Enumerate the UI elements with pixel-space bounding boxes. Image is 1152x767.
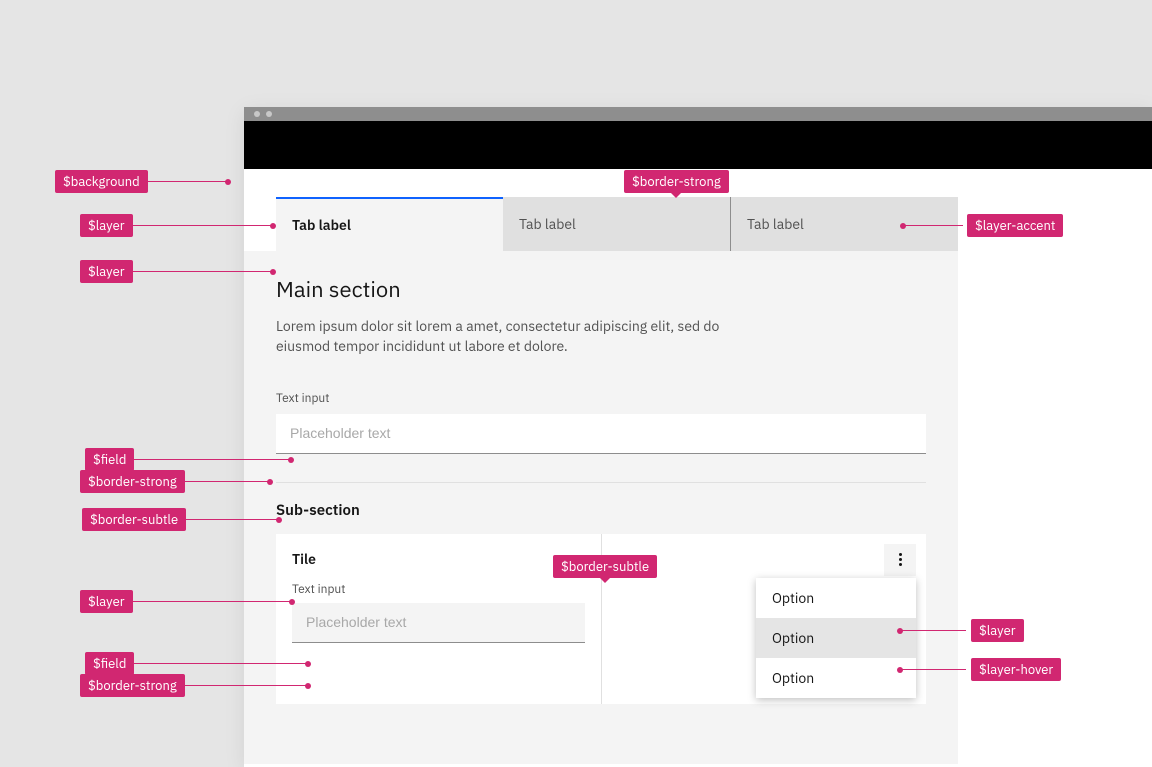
token-border-subtle-mid: $border-subtle bbox=[553, 555, 657, 578]
tab-label: Tab label bbox=[747, 215, 804, 233]
leader bbox=[900, 630, 966, 631]
token-border-strong-top: $border-strong bbox=[624, 170, 729, 193]
overflow-menu: Option Option Option bbox=[756, 578, 916, 698]
main-body: Lorem ipsum dolor sit lorem a amet, cons… bbox=[276, 316, 756, 357]
window-dot bbox=[254, 111, 260, 117]
leader bbox=[900, 669, 966, 670]
leader bbox=[184, 519, 279, 520]
kebab-icon bbox=[899, 553, 902, 566]
token-border-strong: $border-strong bbox=[80, 470, 185, 493]
leader bbox=[126, 663, 308, 664]
token-layer-accent: $layer-accent bbox=[967, 214, 1063, 237]
main-text-input[interactable] bbox=[276, 414, 926, 454]
tab-label: Tab label bbox=[519, 215, 576, 233]
divider bbox=[276, 482, 926, 483]
tile-text-input[interactable] bbox=[292, 603, 585, 643]
input-label: Text input bbox=[276, 391, 926, 406]
menu-item-3[interactable]: Option bbox=[756, 658, 916, 698]
sub-section-title: Sub-section bbox=[276, 501, 926, 520]
menu-item-2[interactable]: Option bbox=[756, 618, 916, 658]
tile-input-label: Text input bbox=[292, 582, 585, 597]
menu-item-1[interactable]: Option bbox=[756, 578, 916, 618]
leader bbox=[127, 271, 273, 272]
leader bbox=[903, 225, 963, 226]
overflow-menu-button[interactable] bbox=[884, 544, 916, 576]
window-titlebar bbox=[244, 107, 1152, 121]
token-layer-2: $layer bbox=[80, 260, 133, 283]
token-border-strong-2: $border-strong bbox=[80, 674, 185, 697]
app-header bbox=[244, 121, 1152, 169]
leader bbox=[185, 685, 308, 686]
token-field: $field bbox=[85, 448, 134, 471]
main-title: Main section bbox=[276, 275, 926, 304]
tile-left: Tile Text input bbox=[276, 534, 601, 704]
tab-3[interactable]: Tab label bbox=[731, 197, 958, 251]
leader bbox=[127, 601, 292, 602]
tile-title: Tile bbox=[292, 550, 585, 568]
token-field-2: $field bbox=[85, 652, 134, 675]
leader bbox=[126, 459, 291, 460]
token-layer: $layer bbox=[80, 214, 133, 237]
token-layer-hover: $layer-hover bbox=[971, 658, 1061, 681]
token-border-subtle: $border-subtle bbox=[82, 508, 186, 531]
token-background: $background bbox=[55, 170, 148, 193]
tab-2[interactable]: Tab label bbox=[503, 197, 730, 251]
main-panel: Main section Lorem ipsum dolor sit lorem… bbox=[244, 251, 958, 764]
leader bbox=[185, 481, 270, 482]
tab-label: Tab label bbox=[292, 216, 351, 234]
tab-list: Tab label Tab label Tab label bbox=[276, 197, 958, 251]
leader bbox=[146, 181, 228, 182]
leader bbox=[127, 225, 273, 226]
token-layer-3: $layer bbox=[80, 590, 133, 613]
tab-1[interactable]: Tab label bbox=[276, 197, 503, 251]
window-dot bbox=[266, 111, 272, 117]
token-layer-right: $layer bbox=[971, 619, 1024, 642]
